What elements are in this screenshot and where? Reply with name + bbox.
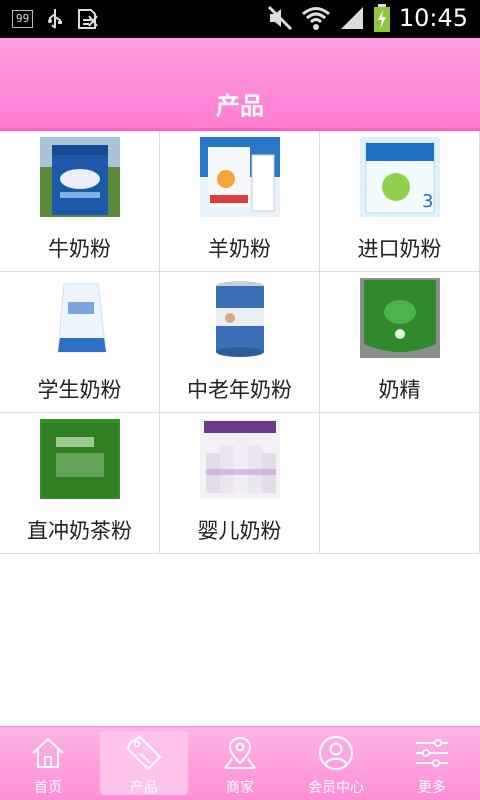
user-profile-icon <box>319 736 353 770</box>
svg-text:3: 3 <box>422 191 433 212</box>
bottom-nav: 首页 产品 商家 会员中心 更多 <box>0 726 480 800</box>
product-label: 婴儿奶粉 <box>197 519 282 543</box>
nav-label: 会员中心 <box>308 780 364 796</box>
product-item-instant-milk-tea-powder[interactable]: 直冲奶茶粉 <box>0 413 160 554</box>
nav-item-member-center[interactable]: 会员中心 <box>288 727 384 800</box>
settings-sliders-icon <box>416 739 448 767</box>
nav-label: 商家 <box>226 780 254 796</box>
mute-icon <box>267 5 292 31</box>
goat-milk-powder-image <box>200 137 280 217</box>
product-label: 直冲奶茶粉 <box>27 519 132 543</box>
milk-tea-powder-bag-image <box>40 419 120 499</box>
map-location-icon <box>224 736 256 769</box>
signal-icon <box>340 7 363 29</box>
milk-powder-bag-image <box>40 137 120 217</box>
product-item-goat-milk-powder[interactable]: 羊奶粉 <box>160 131 320 272</box>
page-header: 产品 <box>0 38 480 131</box>
nav-item-products[interactable]: 产品 <box>96 727 192 800</box>
nav-item-more[interactable]: 更多 <box>384 727 480 800</box>
sim-card-icon <box>78 9 99 29</box>
product-item-cow-milk-powder[interactable]: 牛奶粉 <box>0 131 160 272</box>
product-item-imported-milk-powder[interactable]: 3 进口奶粉 <box>320 131 480 272</box>
creamer-bag-image <box>360 278 440 358</box>
senior-milk-powder-can-image <box>200 278 280 358</box>
nav-item-merchants[interactable]: 商家 <box>192 727 288 800</box>
product-label: 牛奶粉 <box>48 237 111 261</box>
product-grid: 牛奶粉 羊奶粉 3 进口奶粉 学生奶粉 中老年奶粉 奶精 直冲奶茶粉 婴儿奶粉 <box>0 131 480 554</box>
product-label: 羊奶粉 <box>208 237 271 261</box>
nav-label: 产品 <box>130 780 158 796</box>
nav-label: 更多 <box>418 780 446 796</box>
page-title: 产品 <box>216 92 264 120</box>
notification-count-icon: 99 <box>12 10 34 28</box>
product-label: 奶精 <box>378 378 421 402</box>
battery-charging-icon <box>373 4 390 32</box>
home-icon <box>32 737 64 768</box>
student-milk-powder-image <box>40 278 120 358</box>
status-bar: 99 10:45 <box>0 0 480 38</box>
product-label: 学生奶粉 <box>37 378 122 402</box>
status-time: 10:45 <box>398 4 468 32</box>
empty-grid-cell <box>320 413 480 554</box>
product-item-senior-milk-powder[interactable]: 中老年奶粉 <box>160 272 320 413</box>
product-item-student-milk-powder[interactable]: 学生奶粉 <box>0 272 160 413</box>
wifi-icon <box>301 7 330 30</box>
product-item-creamer[interactable]: 奶精 <box>320 272 480 413</box>
product-label: 进口奶粉 <box>357 237 442 261</box>
product-label: 中老年奶粉 <box>187 378 292 402</box>
imported-formula-image: 3 <box>360 137 440 217</box>
infant-formula-cans-image <box>200 419 280 499</box>
usb-icon <box>48 9 63 29</box>
nav-item-home[interactable]: 首页 <box>0 727 96 800</box>
sale-tag-icon <box>126 735 162 771</box>
nav-label: 首页 <box>34 780 62 796</box>
product-item-infant-milk-powder[interactable]: 婴儿奶粉 <box>160 413 320 554</box>
